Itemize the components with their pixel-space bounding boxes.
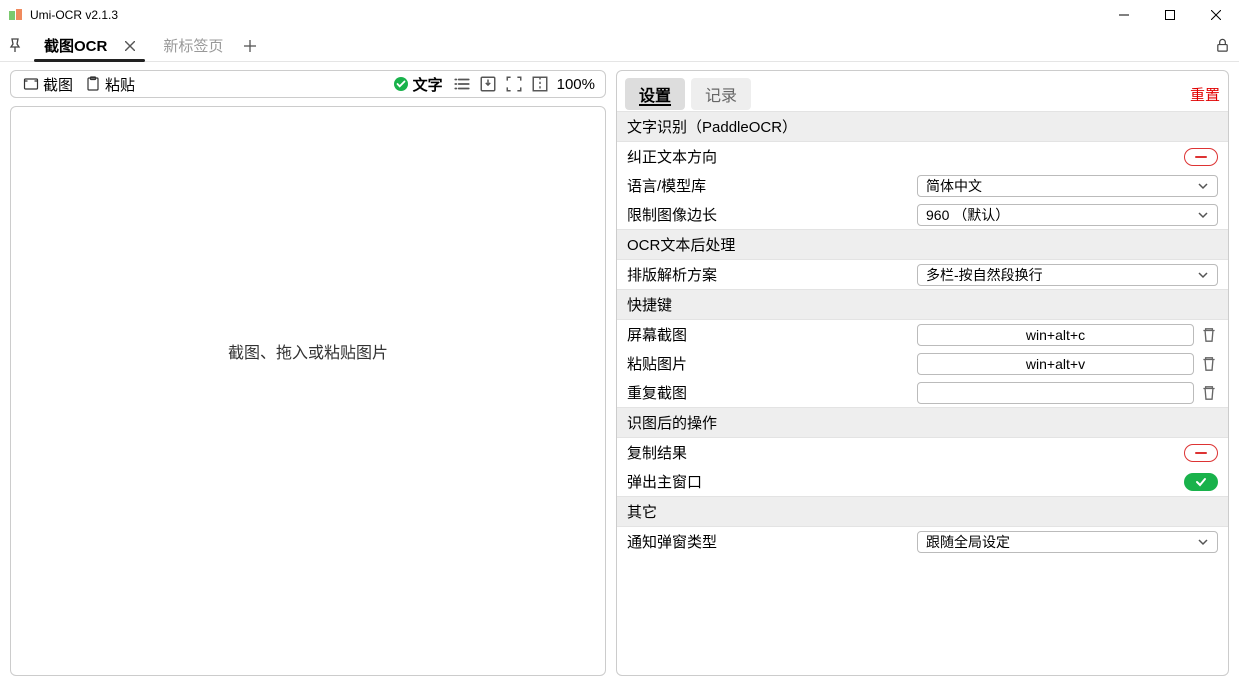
screenshot-button[interactable]: 截图 (17, 72, 79, 96)
tab-bar: 截图OCR 新标签页 (0, 30, 1239, 62)
toggle-copy-result[interactable] (1184, 444, 1218, 462)
row-popup-window: 弹出主窗口 (617, 467, 1228, 496)
clear-hotkey-screenshot[interactable] (1200, 326, 1218, 344)
chevron-down-icon (1197, 269, 1209, 281)
zoom-level[interactable]: 100% (553, 76, 599, 93)
label-layout: 排版解析方案 (627, 264, 907, 285)
row-correct-direction: 纠正文本方向 (617, 142, 1228, 171)
content-area: 截图 粘贴 文字 100% 截图、拖入或粘贴图片 设置 记录 重置 (0, 62, 1239, 688)
paste-button[interactable]: 粘贴 (79, 72, 141, 96)
toggle-popup-window[interactable] (1184, 473, 1218, 491)
window-title: Umi-OCR v2.1.3 (30, 8, 118, 22)
label-hk-screenshot: 屏幕截图 (627, 324, 907, 345)
save-icon[interactable] (479, 75, 497, 93)
label-hk-paste: 粘贴图片 (627, 353, 907, 374)
section-engine: 文字识别（PaddleOCR） (617, 111, 1228, 142)
label-notify-type: 通知弹窗类型 (627, 531, 907, 552)
row-language: 语言/模型库 简体中文 (617, 171, 1228, 200)
maximize-button[interactable] (1147, 0, 1193, 30)
tab-settings[interactable]: 设置 (625, 78, 685, 110)
chevron-down-icon (1197, 209, 1209, 221)
section-other: 其它 (617, 496, 1228, 527)
text-mode-toggle[interactable]: 文字 (387, 74, 449, 95)
check-icon (393, 76, 409, 92)
pin-button[interactable] (0, 30, 30, 61)
label-hk-repeat: 重复截图 (627, 382, 907, 403)
label-copy-result: 复制结果 (627, 442, 907, 463)
new-tab-button[interactable] (233, 30, 267, 61)
row-notify-type: 通知弹窗类型 跟随全局设定 (617, 527, 1228, 556)
list-icon[interactable] (453, 75, 471, 93)
minimize-button[interactable] (1101, 0, 1147, 30)
drop-message: 截图、拖入或粘贴图片 (228, 339, 388, 363)
hotkey-repeat[interactable] (917, 382, 1194, 404)
select-layout[interactable]: 多栏-按自然段换行 (917, 264, 1218, 286)
label-language: 语言/模型库 (627, 175, 907, 196)
clear-hotkey-repeat[interactable] (1200, 384, 1218, 402)
toggle-correct-direction[interactable] (1184, 148, 1218, 166)
select-notify-type[interactable]: 跟随全局设定 (917, 531, 1218, 553)
tab-screenshot-ocr[interactable]: 截图OCR (30, 30, 149, 61)
section-postproc: OCR文本后处理 (617, 229, 1228, 260)
chevron-down-icon (1197, 536, 1209, 548)
right-tabs: 设置 记录 重置 (617, 71, 1228, 111)
close-button[interactable] (1193, 0, 1239, 30)
tab-new[interactable]: 新标签页 (149, 30, 233, 61)
row-layout: 排版解析方案 多栏-按自然段换行 (617, 260, 1228, 289)
lock-button[interactable] (1205, 30, 1239, 61)
section-hotkeys: 快捷键 (617, 289, 1228, 320)
paste-icon (85, 76, 101, 92)
settings-panel: 文字识别（PaddleOCR） 纠正文本方向 语言/模型库 简体中文 限制图像边… (617, 111, 1228, 556)
row-hotkey-repeat: 重复截图 (617, 378, 1228, 407)
hotkey-screenshot[interactable]: win+alt+c (917, 324, 1194, 346)
screenshot-label: 截图 (43, 74, 73, 95)
chevron-down-icon (1197, 180, 1209, 192)
text-mode-label: 文字 (413, 74, 443, 95)
label-correct-direction: 纠正文本方向 (627, 146, 907, 167)
section-after-recognition: 识图后的操作 (617, 407, 1228, 438)
title-bar: Umi-OCR v2.1.3 (0, 0, 1239, 30)
screenshot-icon (23, 76, 39, 92)
drop-area[interactable]: 截图、拖入或粘贴图片 (10, 106, 606, 676)
select-limit-edge[interactable]: 960 （默认） (917, 204, 1218, 226)
fullscreen-icon[interactable] (505, 75, 523, 93)
reset-button[interactable]: 重置 (1190, 84, 1220, 105)
app-icon (8, 7, 24, 23)
label-popup-window: 弹出主窗口 (627, 471, 907, 492)
tab-log[interactable]: 记录 (691, 78, 751, 110)
hotkey-paste[interactable]: win+alt+v (917, 353, 1194, 375)
row-hotkey-screenshot: 屏幕截图 win+alt+c (617, 320, 1228, 349)
row-limit-edge: 限制图像边长 960 （默认） (617, 200, 1228, 229)
tab-label: 截图OCR (44, 35, 107, 56)
fit-icon[interactable] (531, 75, 549, 93)
row-copy-result: 复制结果 (617, 438, 1228, 467)
select-language[interactable]: 简体中文 (917, 175, 1218, 197)
paste-label: 粘贴 (105, 74, 135, 95)
tab-label: 新标签页 (163, 35, 223, 56)
row-hotkey-paste: 粘贴图片 win+alt+v (617, 349, 1228, 378)
clear-hotkey-paste[interactable] (1200, 355, 1218, 373)
right-pane: 设置 记录 重置 文字识别（PaddleOCR） 纠正文本方向 语言/模型库 简… (616, 70, 1229, 676)
left-toolbar: 截图 粘贴 文字 100% (10, 70, 606, 98)
tab-close-icon[interactable] (121, 37, 139, 55)
label-limit-edge: 限制图像边长 (627, 204, 907, 225)
left-pane: 截图 粘贴 文字 100% 截图、拖入或粘贴图片 (10, 70, 606, 676)
